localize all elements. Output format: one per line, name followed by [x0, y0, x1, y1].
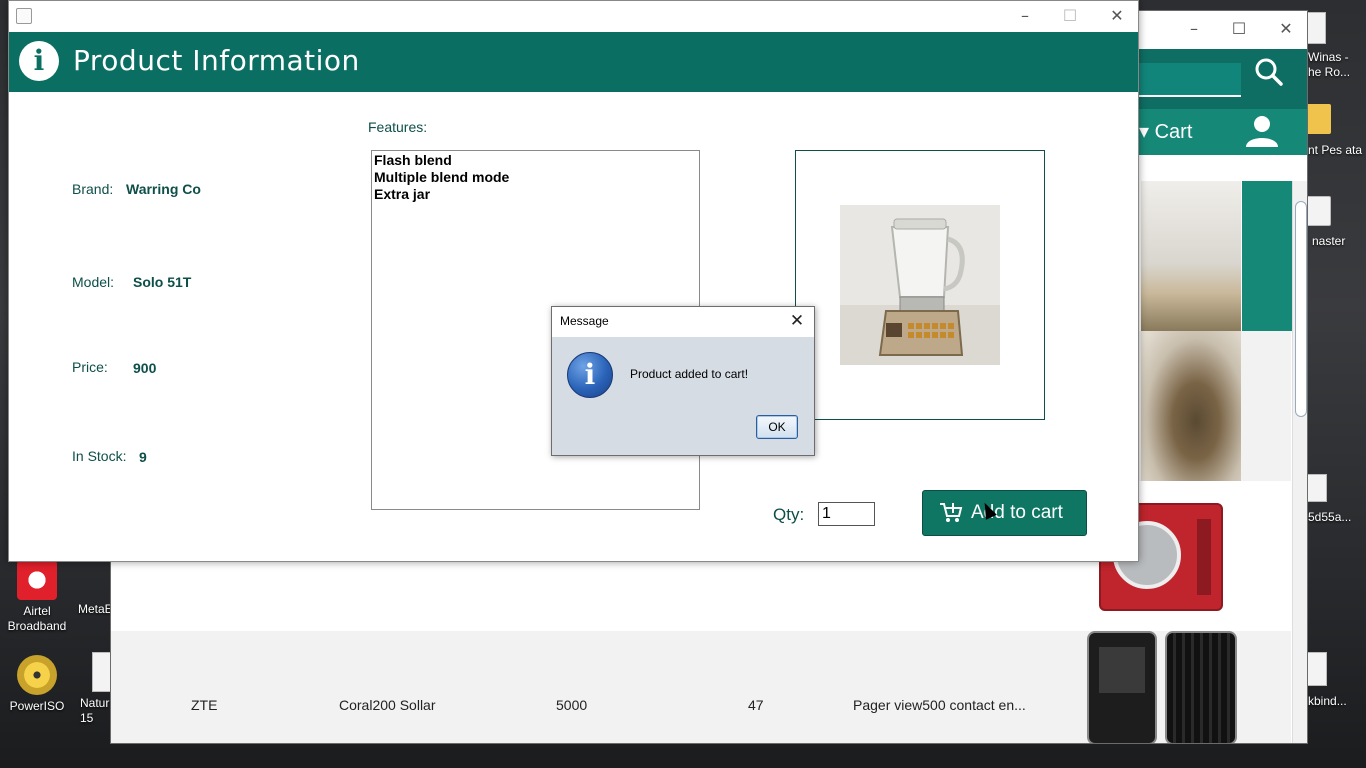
- desktop-fragment-label: Winas - he Ro...: [1308, 50, 1351, 79]
- java-file-icon: [1305, 652, 1327, 686]
- cell-price: 5000: [556, 697, 588, 713]
- desktop-fragment-label: naster: [1312, 234, 1346, 248]
- page-title: Product Information: [73, 44, 360, 77]
- cell-stock: 47: [748, 697, 764, 713]
- price-label: Price:: [72, 359, 108, 375]
- poweriso-disc-icon: [17, 655, 57, 695]
- minimize-button[interactable]: –: [1179, 19, 1209, 38]
- close-button[interactable]: ✕: [1271, 19, 1301, 38]
- airtel-icon: [17, 560, 57, 600]
- close-button[interactable]: ✕: [786, 310, 808, 332]
- maximize-button[interactable]: ☐: [1224, 19, 1254, 38]
- desktop-fragment-label: MetaE: [78, 602, 113, 616]
- qty-input[interactable]: [818, 502, 875, 526]
- desktop-fragment-label: nt Pes ata: [1308, 143, 1363, 157]
- product-image-blender: [840, 205, 1000, 365]
- header-band: i Product Information: [9, 32, 1138, 92]
- stock-label: In Stock:: [72, 448, 127, 464]
- dialog-titlebar: Message ✕: [552, 307, 814, 337]
- selected-row-marker: [1242, 181, 1292, 331]
- desktop-fragment-label: Natur 15: [80, 696, 110, 725]
- add-to-cart-button[interactable]: Add to cart: [922, 490, 1087, 536]
- features-label: Features:: [368, 119, 428, 135]
- product-image-blender: [1141, 181, 1241, 331]
- information-icon: i: [567, 352, 613, 398]
- dialog-title: Message: [560, 314, 609, 328]
- desktop-icon-airtel[interactable]: Airtel Broadband: [5, 560, 69, 634]
- feature-item: Extra jar: [374, 186, 431, 202]
- feature-item: Flash blend: [374, 152, 452, 168]
- info-icon: i: [19, 41, 59, 81]
- java-app-icon: [16, 8, 32, 24]
- search-icon[interactable]: [1254, 57, 1284, 87]
- desktop-icon-poweriso[interactable]: PowerISO: [5, 655, 69, 714]
- desktop-fragment-label: 5d55a...: [1308, 510, 1352, 524]
- model-label: Model:: [72, 274, 115, 290]
- message-dialog: Message ✕ i Product added to cart! OK: [551, 306, 815, 456]
- product-image-frame: [795, 150, 1045, 420]
- desktop-icon-label: Airtel Broadband: [7, 604, 67, 633]
- cart-add-icon: [940, 503, 963, 522]
- cart-link[interactable]: ▾ Cart: [1139, 119, 1192, 144]
- product-image-phone-back: [1165, 631, 1237, 743]
- scrollbar-thumb[interactable]: [1295, 201, 1307, 417]
- desktop-fragment-label: kbind...: [1308, 694, 1347, 708]
- file-icon: [1305, 474, 1327, 502]
- brand-label: Brand:: [72, 181, 114, 197]
- ok-button[interactable]: OK: [756, 415, 798, 439]
- cart-label: Cart: [1154, 121, 1193, 143]
- cell-features: Pager view500 contact en...: [853, 697, 1026, 713]
- minimize-button[interactable]: –: [1005, 6, 1045, 25]
- window-titlebar: – ☐ ✕: [9, 1, 1138, 32]
- cell-brand: ZTE: [191, 697, 218, 713]
- feature-item: Multiple blend mode: [374, 169, 510, 185]
- model-value: Solo 51T: [133, 274, 192, 290]
- qty-label: Qty:: [773, 505, 805, 524]
- search-input[interactable]: [1131, 63, 1241, 97]
- user-icon[interactable]: [1244, 113, 1280, 149]
- scrollbar[interactable]: [1292, 181, 1307, 743]
- product-information-window: – ☐ ✕ i Product Information Brand: Warri…: [8, 0, 1139, 562]
- maximize-button[interactable]: ☐: [1050, 6, 1090, 25]
- stock-value: 9: [139, 449, 147, 465]
- folder-icon: [1305, 104, 1331, 134]
- dialog-message: Product added to cart!: [630, 367, 749, 381]
- product-image-iron: [1141, 331, 1241, 481]
- product-image-phone: [1087, 631, 1157, 743]
- price-value: 900: [133, 360, 157, 376]
- desktop-icon-label: PowerISO: [9, 699, 65, 713]
- close-button[interactable]: ✕: [1097, 6, 1137, 25]
- folder-icon: [1305, 196, 1331, 226]
- cell-model: Coral200 Sollar: [339, 697, 436, 713]
- brand-value: Warring Co: [126, 181, 201, 197]
